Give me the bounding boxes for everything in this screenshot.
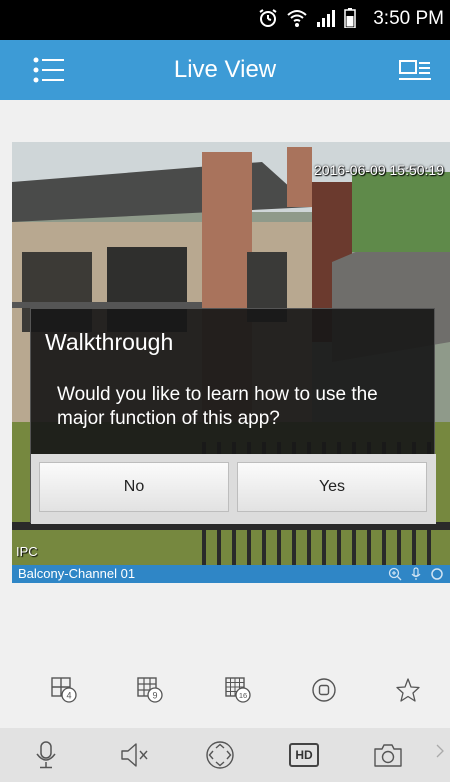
status-icons xyxy=(258,8,356,33)
mic-icon[interactable] xyxy=(410,567,422,586)
signal-icon xyxy=(316,9,336,32)
chevron-right-icon[interactable] xyxy=(436,744,444,763)
grid-16-button[interactable]: 16 xyxy=(218,670,258,710)
svg-text:9: 9 xyxy=(152,691,157,701)
record-indicator-icon xyxy=(430,567,444,586)
snapshot-camera-icon xyxy=(372,741,404,769)
app-root: 3:50 PM Live View 2016-06-09 15:50:19 IP… xyxy=(0,0,450,782)
svg-text:4: 4 xyxy=(66,691,71,701)
wifi-icon xyxy=(286,8,308,33)
no-button[interactable]: No xyxy=(39,462,229,512)
hd-button[interactable]: HD xyxy=(284,735,324,775)
stop-icon xyxy=(311,677,337,703)
microphone-button[interactable] xyxy=(26,735,66,775)
status-bar: 3:50 PM xyxy=(0,0,450,40)
grid-9-button[interactable]: 9 xyxy=(130,670,170,710)
dialog-button-bar: No Yes xyxy=(31,454,436,524)
yes-button[interactable]: Yes xyxy=(237,462,427,512)
zoom-icon[interactable] xyxy=(388,567,402,586)
hd-icon: HD xyxy=(289,743,319,767)
page-title: Live View xyxy=(173,56,277,83)
grid-9-icon: 9 xyxy=(137,677,163,703)
grid-4-button[interactable]: 4 xyxy=(44,670,84,710)
channel-controls xyxy=(388,567,444,586)
stop-button[interactable] xyxy=(304,670,344,710)
control-toolbar: HD xyxy=(0,728,450,782)
video-timestamp: 2016-06-09 15:50:19 xyxy=(314,162,444,178)
app-bar: Live View xyxy=(0,40,450,100)
favorite-star-icon xyxy=(395,677,421,703)
status-time: 3:50 PM xyxy=(373,8,444,29)
channel-bar: Balcony-Channel 01 xyxy=(12,565,450,583)
grid-4-icon: 4 xyxy=(51,677,77,703)
walkthrough-dialog: Walkthrough Would you like to learn how … xyxy=(30,308,436,524)
ptz-control-icon xyxy=(205,740,235,770)
microphone-icon xyxy=(33,740,59,770)
dialog-message: Would you like to learn how to use the m… xyxy=(57,384,378,429)
channel-name: Balcony-Channel 01 xyxy=(18,566,136,581)
grid-16-icon: 16 xyxy=(225,677,251,703)
battery-icon xyxy=(344,8,356,33)
svg-text:16: 16 xyxy=(239,691,247,700)
camera-list-button[interactable] xyxy=(398,58,432,84)
speaker-button[interactable] xyxy=(114,735,154,775)
speaker-mute-icon xyxy=(119,741,149,769)
layout-toolbar: 4 9 16 xyxy=(0,668,450,712)
snapshot-button[interactable] xyxy=(368,735,408,775)
favorite-button[interactable] xyxy=(388,670,428,710)
dialog-title: Walkthrough xyxy=(45,329,174,355)
ipc-label: IPC xyxy=(16,544,38,559)
ptz-control-button[interactable] xyxy=(200,735,240,775)
camera-list-icon xyxy=(398,60,432,87)
alarm-icon xyxy=(258,8,278,33)
